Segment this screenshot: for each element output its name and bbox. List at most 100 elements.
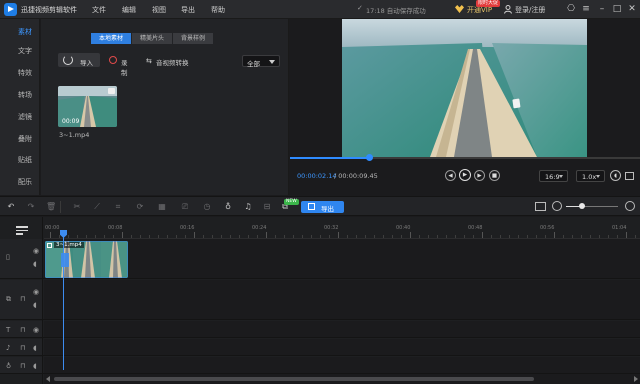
fullscreen-icon[interactable] bbox=[625, 172, 634, 180]
timeline-clip[interactable]: 3~1.mp4 bbox=[45, 241, 128, 278]
preview-progress-handle[interactable] bbox=[366, 154, 374, 161]
close-icon[interactable]: ✕ bbox=[626, 3, 638, 15]
rotate-icon[interactable]: ⟳ bbox=[135, 202, 145, 212]
video-track: ▯ ◉ ◖ 3~1.mp4 bbox=[0, 239, 640, 279]
menu-help[interactable]: 帮助 bbox=[211, 5, 225, 15]
maximize-icon[interactable]: □ bbox=[611, 3, 623, 15]
eye-icon[interactable]: ◉ bbox=[33, 288, 39, 296]
subtitle-icon[interactable]: ⊟ bbox=[262, 202, 272, 212]
speaker-icon[interactable]: ◖ bbox=[33, 362, 37, 370]
nav-item-stickers[interactable]: 贴纸 bbox=[0, 151, 40, 169]
media-panel: 本地素材 精美片头 背景样例 导入 录制 ⇆ 音视频转换 全部 00:09 3~… bbox=[41, 19, 289, 195]
minimize-icon[interactable]: – bbox=[596, 3, 608, 15]
ruler-tick bbox=[536, 235, 537, 238]
duration-icon[interactable]: ◷ bbox=[202, 202, 212, 212]
playhead-line[interactable] bbox=[63, 230, 64, 370]
freeze-icon[interactable]: ⎚ bbox=[180, 202, 190, 212]
nav-item-effects[interactable]: 特效 bbox=[0, 64, 40, 82]
menu-view[interactable]: 视图 bbox=[152, 5, 166, 15]
delete-icon[interactable]: 🗑 bbox=[46, 202, 56, 212]
aspect-ratio-select[interactable]: 16:9 bbox=[539, 170, 568, 182]
voice-track-lane[interactable] bbox=[44, 357, 640, 373]
scroll-left-icon[interactable] bbox=[46, 376, 50, 382]
eye-icon[interactable]: ◉ bbox=[33, 247, 39, 255]
music-track-header: ♪ ⊓ ◖ bbox=[0, 339, 43, 355]
tab-intros[interactable]: 精美片头 bbox=[132, 33, 173, 44]
zoom-out-icon[interactable] bbox=[552, 201, 562, 211]
export-button[interactable]: 导出 bbox=[301, 201, 344, 213]
ruler-tick bbox=[113, 235, 114, 238]
ruler-tick bbox=[455, 235, 456, 238]
ruler-tick bbox=[599, 235, 600, 238]
ruler-label: 00:32 bbox=[324, 225, 339, 231]
next-frame-button[interactable]: ▶ bbox=[474, 170, 485, 181]
redo-icon[interactable]: ↷ bbox=[26, 202, 36, 212]
speaker-icon[interactable]: ◖ bbox=[33, 260, 37, 268]
nav-item-material[interactable]: 素材 bbox=[0, 23, 40, 41]
lock-icon[interactable]: ⊓ bbox=[20, 295, 25, 303]
crop-icon[interactable]: ⌗ bbox=[113, 202, 123, 212]
volume-button[interactable]: ◖ bbox=[610, 170, 621, 181]
timeline-zoom-slider[interactable] bbox=[566, 203, 618, 209]
record-icon[interactable] bbox=[109, 56, 117, 64]
lock-icon[interactable]: ⊓ bbox=[20, 326, 25, 334]
voice-track-header: ♁ ⊓ ◖ bbox=[0, 357, 43, 373]
prev-frame-button[interactable]: ◀ bbox=[445, 170, 456, 181]
mosaic-icon[interactable]: ▦ bbox=[157, 202, 167, 212]
menu-export[interactable]: 导出 bbox=[181, 5, 195, 15]
zoom-slider-handle[interactable] bbox=[578, 203, 585, 209]
timeline-horizontal-scrollbar[interactable] bbox=[44, 374, 640, 384]
skin-icon[interactable]: ⎔ bbox=[565, 3, 577, 15]
zoom-in-icon[interactable] bbox=[625, 201, 635, 211]
text-track-lane[interactable] bbox=[44, 321, 640, 337]
nav-item-filters[interactable]: 滤镜 bbox=[0, 108, 40, 126]
tab-local-media[interactable]: 本地素材 bbox=[91, 33, 132, 44]
ruler-label: 00:40 bbox=[396, 225, 411, 231]
split-icon[interactable]: ⟋ bbox=[92, 202, 102, 212]
convert-icon[interactable]: ⇆ bbox=[146, 57, 152, 65]
record-button[interactable]: 录制 bbox=[121, 57, 128, 77]
media-filter-select[interactable]: 全部 bbox=[242, 55, 280, 68]
preview-video[interactable] bbox=[342, 19, 587, 157]
speaker-icon[interactable]: ◖ bbox=[33, 344, 37, 352]
autosave-status: 17:18 自动保存成功 bbox=[366, 7, 426, 15]
nav-item-overlay[interactable]: 叠附 bbox=[0, 130, 40, 148]
lock-icon[interactable]: ⊓ bbox=[20, 344, 25, 352]
cut-icon[interactable]: ✂ bbox=[72, 202, 82, 212]
preview-progress-bar[interactable] bbox=[290, 154, 640, 161]
audio-icon[interactable]: ♫ bbox=[243, 202, 253, 212]
edit-toolbar: ↶ ↷ 🗑 ✂ ⟋ ⌗ ⟳ ▦ ⎚ ◷ ♁ ♫ ⊟ ⧉ NEW 导出 bbox=[0, 196, 640, 216]
video-track-lane[interactable]: 3~1.mp4 bbox=[44, 239, 640, 278]
microphone-icon[interactable]: ♁ bbox=[223, 202, 233, 212]
scroll-right-icon[interactable] bbox=[634, 376, 638, 382]
tab-backgrounds[interactable]: 背景样例 bbox=[173, 33, 214, 44]
nav-item-text[interactable]: 文字 bbox=[0, 42, 40, 60]
timeline-ruler[interactable]: 00:00 00:08 00:16 00:24 00:32 00:40 00:4… bbox=[44, 217, 640, 239]
speed-select[interactable]: 1.0x bbox=[576, 170, 605, 182]
scrollbar-thumb[interactable] bbox=[54, 377, 534, 381]
ruler-tick bbox=[77, 235, 78, 238]
stop-button[interactable]: ■ bbox=[489, 170, 500, 181]
speaker-icon[interactable]: ◖ bbox=[33, 301, 37, 309]
ruler-tick bbox=[392, 235, 393, 238]
menu-file[interactable]: 文件 bbox=[92, 5, 106, 15]
ruler-tick bbox=[401, 235, 402, 238]
zoom-fit-icon[interactable] bbox=[535, 202, 546, 211]
play-button[interactable]: ▶ bbox=[459, 169, 471, 181]
menu-icon[interactable]: ≡ bbox=[580, 3, 592, 15]
media-item-thumbnail[interactable]: 00:09 bbox=[58, 86, 117, 127]
eye-icon[interactable]: ◉ bbox=[33, 326, 39, 334]
menu-edit[interactable]: 编辑 bbox=[122, 5, 136, 15]
convert-button[interactable]: 音视频转换 bbox=[156, 57, 189, 67]
ruler-tick bbox=[491, 235, 492, 238]
add-track-icon[interactable] bbox=[16, 225, 28, 235]
pip-track-lane[interactable] bbox=[44, 280, 640, 319]
nav-item-transitions[interactable]: 转场 bbox=[0, 86, 40, 104]
music-track-lane[interactable] bbox=[44, 339, 640, 355]
lock-icon[interactable]: ⊓ bbox=[20, 362, 25, 370]
undo-icon[interactable]: ↶ bbox=[6, 202, 16, 212]
import-button[interactable]: 导入 bbox=[58, 53, 100, 67]
login-register-link[interactable]: 登录/注册 bbox=[515, 5, 545, 15]
music-track: ♪ ⊓ ◖ bbox=[0, 339, 640, 356]
nav-item-music[interactable]: 配乐 bbox=[0, 173, 40, 191]
